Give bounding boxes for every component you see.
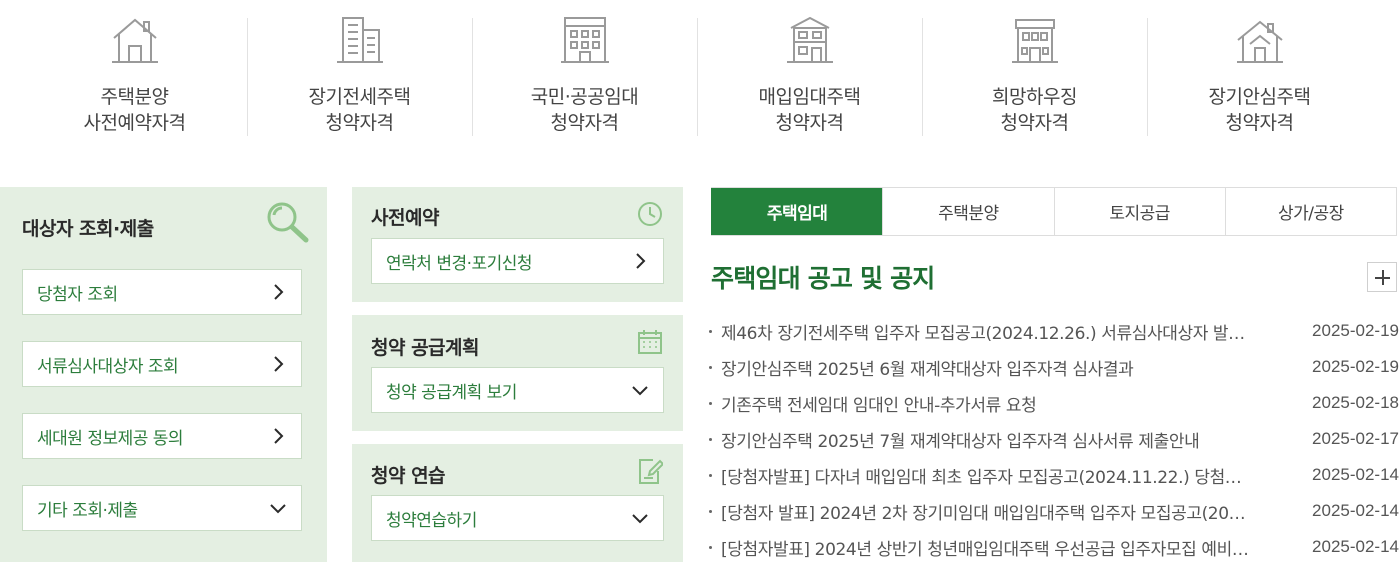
chevron-right-icon (274, 284, 284, 300)
building-icon (560, 17, 609, 63)
bullet (709, 402, 712, 405)
view-supply-plan-dropdown[interactable]: 청약 공급계획 보기 (371, 367, 664, 413)
button-label: 연락처 변경·포기신청 (386, 253, 533, 274)
chevron-right-icon (274, 356, 284, 372)
supply-plan-title: 청약 공급계획 (371, 337, 480, 359)
apartment-icon (336, 17, 383, 63)
category-label: 장기전세주택 (308, 86, 411, 108)
household-consent-button[interactable]: 세대원 정보제공 동의 (22, 413, 302, 459)
lookup-panel-title: 대상자 조회·제출 (22, 218, 154, 240)
home-icon (1236, 20, 1283, 63)
bullet (709, 438, 712, 441)
category-sublabel: 사전예약자격 (83, 112, 186, 134)
category-sublabel: 청약자격 (1000, 112, 1069, 134)
notice-item[interactable]: [당첨자발표] 2024년 상반기 청년매입임대주택 우선공급 입주자모집 예비… (709, 529, 1399, 562)
practice-title: 청약 연습 (371, 465, 446, 487)
category-sublabel: 청약자격 (775, 112, 844, 134)
button-label: 기타 조회·제출 (37, 500, 138, 521)
category-label: 장기안심주택 (1208, 86, 1311, 108)
chevron-down-icon (270, 504, 286, 514)
notice-item[interactable]: 기존주택 전세임대 임대인 안내-추가서류 요청 2025-02-18 (709, 385, 1399, 421)
edit-icon (639, 459, 663, 484)
notice-date: 2025-02-19 (1312, 357, 1399, 376)
chevron-right-icon (274, 428, 284, 444)
dormitory-icon (1011, 19, 1058, 63)
townhouse-icon (786, 16, 833, 63)
notice-text: [당첨자발표] 2024년 상반기 청년매입임대주택 우선공급 입주자모집 예비… (721, 539, 1249, 560)
category-item-presale[interactable]: 주택분양사전예약자격 (22, 0, 247, 140)
notice-text: 기존주택 전세임대 임대인 안내-추가서류 요청 (721, 395, 1037, 416)
bullet (709, 330, 712, 333)
search-icon (267, 202, 309, 243)
notice-section-title: 주택임대 공고 및 공지 (711, 264, 935, 293)
category-nav: 주택분양사전예약자격 장기전세주택청약자격 국민·공공임대청약자격 매입임대주택… (22, 0, 1372, 140)
notice-text: 제46차 장기전세주택 입주자 모집공고(2024.12.26.) 서류심사대상… (721, 323, 1245, 344)
notice-text: 장기안심주택 2025년 7월 재계약대상자 입주자격 심사서류 제출안내 (721, 431, 1200, 452)
more-notices-button[interactable] (1367, 262, 1397, 292)
category-label: 매입임대주택 (758, 86, 861, 108)
category-label: 주택분양 (100, 86, 169, 108)
notice-date: 2025-02-17 (1312, 429, 1399, 448)
button-label: 청약 공급계획 보기 (386, 382, 517, 403)
notice-text: [당첨자발표] 다자녀 매입임대 최초 입주자 모집공고(2024.11.22.… (721, 467, 1242, 488)
category-item-hope-housing[interactable]: 희망하우징청약자격 (922, 0, 1147, 140)
category-item-long-term-jeonse[interactable]: 장기전세주택청약자격 (247, 0, 472, 140)
category-item-public-rental[interactable]: 국민·공공임대청약자격 (472, 0, 697, 140)
button-label: 서류심사대상자 조회 (37, 356, 179, 377)
pre-reservation-title: 사전예약 (371, 207, 439, 229)
bullet (709, 546, 712, 549)
document-review-lookup-button[interactable]: 서류심사대상자 조회 (22, 341, 302, 387)
category-item-long-term-safe[interactable]: 장기안심주택청약자격 (1147, 0, 1372, 140)
notice-date: 2025-02-19 (1312, 321, 1399, 340)
bullet (709, 366, 712, 369)
notice-date: 2025-02-14 (1312, 501, 1399, 520)
chevron-down-icon (632, 386, 648, 396)
notice-text: 장기안심주택 2025년 6월 재계약대상자 입주자격 심사결과 (721, 359, 1134, 380)
button-label: 청약연습하기 (386, 510, 477, 531)
category-sublabel: 청약자격 (1225, 112, 1294, 134)
chevron-down-icon (632, 514, 648, 524)
winner-lookup-button[interactable]: 당첨자 조회 (22, 269, 302, 315)
notice-item[interactable]: 장기안심주택 2025년 7월 재계약대상자 입주자격 심사서류 제출안내 202… (709, 421, 1399, 457)
notice-tabs: 주택임대 주택분양 토지공급 상가/공장 (711, 187, 1397, 236)
tab-housing-rental[interactable]: 주택임대 (711, 188, 883, 235)
notice-item[interactable]: 제46차 장기전세주택 입주자 모집공고(2024.12.26.) 서류심사대상… (709, 313, 1399, 349)
category-sublabel: 청약자격 (550, 112, 619, 134)
button-label: 세대원 정보제공 동의 (37, 428, 184, 449)
chevron-right-icon (636, 253, 646, 269)
other-lookup-dropdown[interactable]: 기타 조회·제출 (22, 485, 302, 531)
practice-dropdown[interactable]: 청약연습하기 (371, 495, 664, 541)
category-item-purchase-rental[interactable]: 매입임대주택청약자격 (697, 0, 922, 140)
notice-date: 2025-02-18 (1312, 393, 1399, 412)
contact-change-button[interactable]: 연락처 변경·포기신청 (371, 238, 664, 284)
notice-text: [당첨자 발표] 2024년 2차 장기미임대 매입임대주택 입주자 모집공고(… (721, 503, 1246, 524)
house-icon (111, 18, 158, 63)
button-label: 당첨자 조회 (37, 284, 118, 305)
category-sublabel: 청약자격 (325, 112, 394, 134)
category-label: 희망하우징 (992, 86, 1077, 108)
calendar-icon (638, 330, 662, 354)
bullet (709, 474, 712, 477)
notice-item[interactable]: [당첨자 발표] 2024년 2차 장기미임대 매입임대주택 입주자 모집공고(… (709, 493, 1399, 529)
tab-land-supply[interactable]: 토지공급 (1053, 188, 1225, 235)
clock-icon (638, 202, 662, 226)
notice-item[interactable]: 장기안심주택 2025년 6월 재계약대상자 입주자격 심사결과 2025-02-… (709, 349, 1399, 385)
notice-date: 2025-02-14 (1312, 537, 1399, 556)
category-label: 국민·공공임대 (530, 86, 639, 108)
tab-housing-sale[interactable]: 주택분양 (882, 188, 1053, 235)
bullet (709, 510, 712, 513)
notice-date: 2025-02-14 (1312, 465, 1399, 484)
notice-item[interactable]: [당첨자발표] 다자녀 매입임대 최초 입주자 모집공고(2024.11.22.… (709, 457, 1399, 493)
notice-list: 제46차 장기전세주택 입주자 모집공고(2024.12.26.) 서류심사대상… (709, 313, 1399, 562)
tab-commercial-factory[interactable]: 상가/공장 (1224, 188, 1396, 235)
